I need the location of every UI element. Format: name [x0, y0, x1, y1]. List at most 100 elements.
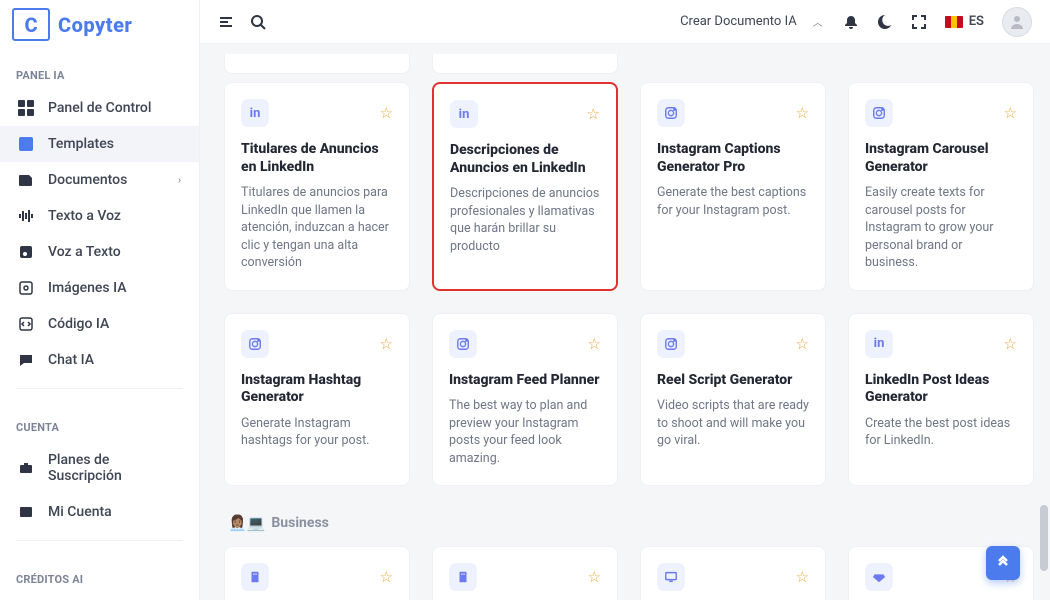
sidebar-item-images[interactable]: Imágenes IA [0, 270, 199, 306]
template-row: ☆ Company Mission Generator ☆ Company Vi… [224, 546, 1034, 600]
instagram-icon [241, 330, 269, 358]
sidebar: C Copyter PANEL IA Panel de Control Temp… [0, 0, 200, 600]
sidebar-item-templates[interactable]: Templates [0, 126, 199, 162]
star-icon[interactable]: ☆ [1004, 335, 1017, 353]
scroll-to-top-button[interactable] [986, 546, 1020, 580]
sidebar-item-stt[interactable]: Voz a Texto [0, 234, 199, 270]
sidebar-item-label: Templates [48, 136, 114, 152]
divider [16, 540, 183, 541]
template-card-ig-feed-planner[interactable]: ☆ Instagram Feed Planner The best way to… [432, 313, 618, 487]
star-icon[interactable]: ☆ [380, 568, 393, 586]
logo[interactable]: C Copyter [0, 0, 199, 47]
scrollbar-thumb[interactable] [1040, 505, 1048, 571]
search-icon[interactable] [250, 14, 266, 30]
logo-badge: C [12, 8, 50, 41]
star-icon[interactable]: ☆ [1004, 104, 1017, 122]
scrollbar[interactable] [1040, 110, 1048, 580]
instagram-icon [657, 99, 685, 127]
card-desc: Video scripts that are ready to shoot an… [657, 397, 809, 450]
avatar[interactable] [1002, 7, 1032, 37]
star-icon[interactable]: ☆ [380, 335, 393, 353]
card-title: Reel Script Generator [657, 372, 809, 390]
template-row: in☆ Titulares de Anuncios en LinkedIn Ti… [224, 82, 1034, 291]
instagram-icon [657, 330, 685, 358]
sidebar-item-label: Texto a Voz [48, 208, 121, 224]
linkedin-icon: in [865, 330, 893, 358]
sidebar-item-label: Panel de Control [48, 100, 151, 116]
language-code: ES [969, 14, 984, 29]
card-title: LinkedIn Post Ideas Generator [865, 372, 1017, 407]
card-title: Instagram Carousel Generator [865, 141, 1017, 176]
card-desc: Easily create texts for carousel posts f… [865, 184, 1017, 272]
code-icon [18, 316, 34, 332]
sidebar-item-documents[interactable]: Documentos › [0, 162, 199, 198]
create-document-label: Crear Documento IA [680, 14, 797, 29]
moon-icon[interactable] [877, 14, 893, 30]
audio-wave-icon [18, 208, 34, 224]
star-icon[interactable]: ☆ [380, 104, 393, 122]
fullscreen-icon[interactable] [911, 14, 927, 30]
topbar: Crear Documento IA ︿ ES [200, 0, 1050, 44]
template-card-company-vision[interactable]: ☆ Company Vision Generator [432, 546, 618, 600]
sidebar-item-label: Voz a Texto [48, 244, 121, 260]
sidebar-item-label: Código IA [48, 316, 109, 332]
sidebar-section-credits: CRÉDITOS AI [0, 551, 199, 594]
star-icon[interactable]: ☆ [587, 105, 600, 123]
sidebar-item-account[interactable]: Mi Cuenta [0, 494, 199, 530]
card-desc: Generate the best captions for your Inst… [657, 184, 809, 219]
template-card-ig-carousel[interactable]: ☆ Instagram Carousel Generator Easily cr… [848, 82, 1034, 291]
sidebar-item-label: Imágenes IA [48, 280, 127, 296]
template-card-company-mission[interactable]: ☆ Company Mission Generator [224, 546, 410, 600]
instagram-icon [449, 330, 477, 358]
star-icon[interactable]: ☆ [796, 335, 809, 353]
music-note-icon [18, 244, 34, 260]
template-row: ☆ Instagram Hashtag Generator Generate I… [224, 313, 1034, 487]
building-icon [449, 563, 477, 591]
template-card-reel-script[interactable]: ☆ Reel Script Generator Video scripts th… [640, 313, 826, 487]
star-icon[interactable]: ☆ [796, 104, 809, 122]
language-selector[interactable]: ES [945, 14, 984, 29]
sidebar-item-label: Documentos [48, 172, 127, 188]
diamond-icon [865, 563, 893, 591]
template-card-business-plan[interactable]: ☆ Business Plan Generator [640, 546, 826, 600]
bell-icon[interactable] [843, 14, 859, 30]
card-desc: The best way to plan and preview your In… [449, 397, 601, 467]
plan-footer: PLAN: PRUEBA GRATUITA – ACTUALIZAR AHORA [0, 594, 199, 600]
card-title: Instagram Captions Generator Pro [657, 141, 809, 176]
flag-es-icon [945, 16, 963, 28]
menu-toggle-icon[interactable] [218, 14, 234, 30]
sidebar-item-dashboard[interactable]: Panel de Control [0, 90, 199, 126]
sidebar-item-label: Mi Cuenta [48, 504, 112, 520]
category-emoji: 👩🏽‍💼💻 [228, 514, 265, 532]
sidebar-item-chat[interactable]: Chat IA [0, 342, 199, 378]
documents-icon [18, 172, 34, 188]
image-icon [18, 280, 34, 296]
sidebar-item-code[interactable]: Código IA [0, 306, 199, 342]
prev-row-peek [224, 54, 1034, 74]
template-card-linkedin-headlines[interactable]: in☆ Titulares de Anuncios en LinkedIn Ti… [224, 82, 410, 291]
card-title: Descripciones de Anuncios en LinkedIn [450, 142, 600, 177]
template-card-linkedin-descriptions[interactable]: in☆ Descripciones de Anuncios en LinkedI… [432, 82, 618, 291]
create-document-dropdown[interactable]: Crear Documento IA ︿ [672, 10, 831, 33]
sidebar-item-plans[interactable]: Planes de Suscripción [0, 442, 199, 494]
chat-icon [18, 352, 34, 368]
sidebar-item-tts[interactable]: Texto a Voz [0, 198, 199, 234]
star-icon[interactable]: ☆ [588, 568, 601, 586]
monitor-icon [657, 563, 685, 591]
star-icon[interactable]: ☆ [588, 335, 601, 353]
instagram-icon [865, 99, 893, 127]
chevron-right-icon: › [178, 175, 181, 186]
card-title: Instagram Feed Planner [449, 372, 601, 390]
template-card-ig-hashtag[interactable]: ☆ Instagram Hashtag Generator Generate I… [224, 313, 410, 487]
building-icon [241, 563, 269, 591]
sidebar-item-label: Planes de Suscripción [48, 452, 181, 484]
logo-text: Copyter [58, 13, 132, 37]
card-title: Titulares de Anuncios en LinkedIn [241, 141, 393, 176]
card-desc: Create the best post ideas for LinkedIn. [865, 415, 1017, 450]
dashboard-icon [18, 100, 34, 116]
star-icon[interactable]: ☆ [796, 568, 809, 586]
template-card-ig-captions[interactable]: ☆ Instagram Captions Generator Pro Gener… [640, 82, 826, 291]
card-desc: Generate Instagram hashtags for your pos… [241, 415, 393, 450]
sidebar-section-panel: PANEL IA [0, 47, 199, 90]
template-card-linkedin-post-ideas[interactable]: in ☆ LinkedIn Post Ideas Generator Create… [848, 313, 1034, 487]
